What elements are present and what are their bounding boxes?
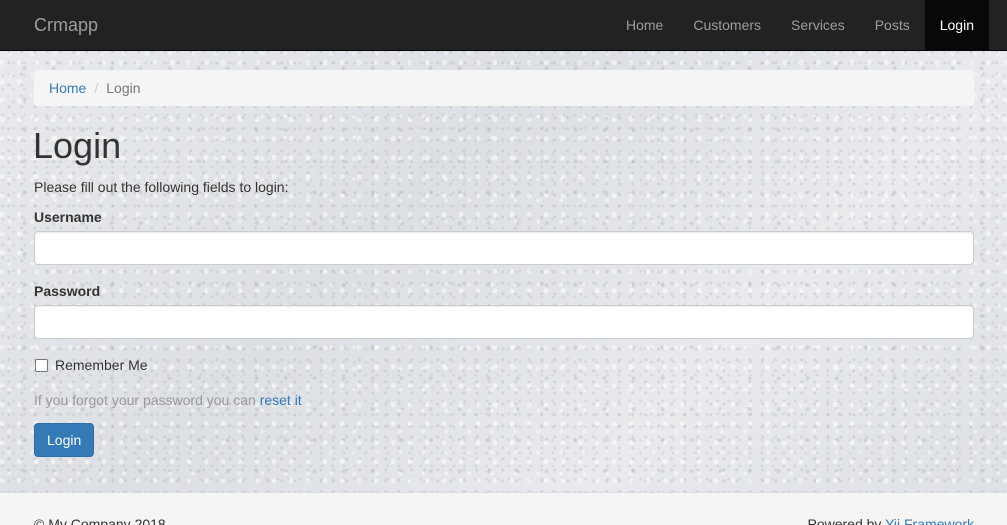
nav-item-services[interactable]: Services: [776, 0, 860, 50]
top-navbar: Crmapp Home Customers Services Posts Log…: [0, 0, 1007, 51]
brand-logo-link[interactable]: Crmapp: [34, 15, 98, 35]
breadcrumb-separator: /: [94, 80, 99, 96]
forgot-password-text: If you forgot your password you can: [34, 392, 260, 408]
footer-copyright: © My Company 2018: [34, 516, 166, 525]
intro-text: Please fill out the following fields to …: [34, 179, 289, 195]
remember-me-checkbox[interactable]: [35, 358, 48, 372]
nav-item-login[interactable]: Login: [924, 0, 989, 50]
username-label: Username: [34, 209, 102, 225]
footer: © My Company 2018 Powered by Yii Framewo…: [0, 492, 1007, 525]
password-input[interactable]: [34, 305, 974, 339]
nav-item-customers[interactable]: Customers: [678, 0, 776, 50]
breadcrumb: Home / Login: [34, 70, 974, 106]
page-title: Login: [33, 125, 122, 166]
breadcrumb-home-link[interactable]: Home: [49, 80, 86, 96]
reset-password-link[interactable]: reset it: [260, 392, 302, 408]
main-nav: Home Customers Services Posts Login: [611, 0, 989, 50]
nav-item-posts[interactable]: Posts: [860, 0, 925, 50]
footer-powered-by: Powered by Yii Framework: [807, 515, 974, 525]
username-input[interactable]: [34, 231, 974, 265]
password-label: Password: [34, 283, 101, 299]
login-submit-button[interactable]: Login: [34, 423, 95, 457]
nav-item-home[interactable]: Home: [611, 0, 678, 50]
remember-me-row[interactable]: Remember Me: [34, 356, 148, 374]
remember-me-label: Remember Me: [55, 357, 148, 373]
footer-powered-text: Powered by: [807, 516, 886, 525]
footer-framework-link[interactable]: Yii Framework: [885, 516, 974, 525]
forgot-password-hint: If you forgot your password you can rese…: [34, 391, 302, 409]
breadcrumb-current: Login: [106, 80, 141, 96]
